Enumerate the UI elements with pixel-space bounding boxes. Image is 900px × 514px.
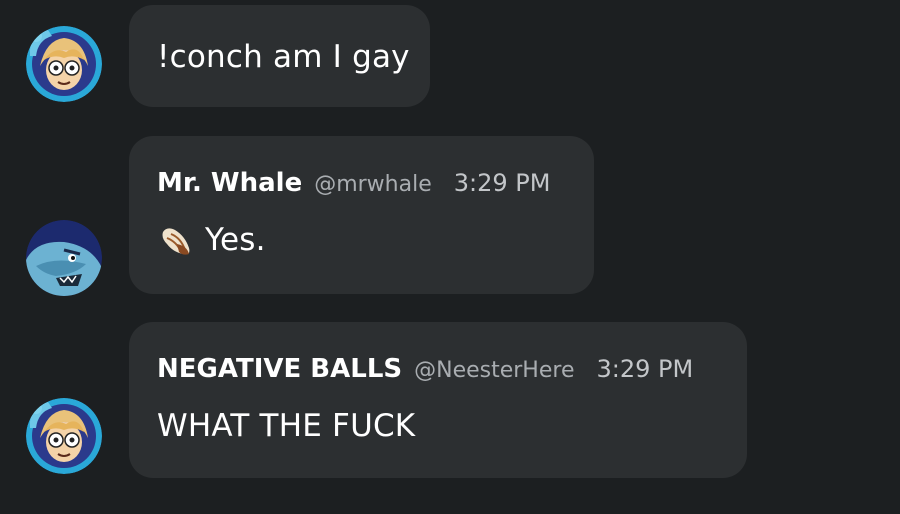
author-name[interactable]: NEGATIVE BALLS (157, 354, 402, 384)
message-text: WHAT THE FUCK (157, 408, 416, 444)
message-timestamp: 3:29 PM (596, 355, 694, 383)
author-name[interactable]: Mr. Whale (157, 168, 302, 198)
message-text-line: Yes. (157, 222, 266, 260)
message-header: Mr. Whale @mrwhale 3:29 PM (157, 168, 550, 198)
author-handle: @NeesterHere (414, 358, 575, 383)
message-header: NEGATIVE BALLS @NeesterHere 3:29 PM (157, 354, 693, 384)
message-bubble[interactable]: NEGATIVE BALLS @NeesterHere 3:29 PM WHAT… (129, 322, 747, 478)
message-text: Yes. (205, 222, 266, 258)
chat-log: !conch am I gay Mr. Whale @mrwhale 3:29 … (0, 0, 900, 514)
cartoon-boy-avatar-icon[interactable] (26, 26, 102, 102)
cartoon-boy-avatar-icon[interactable] (26, 398, 102, 474)
message-bubble[interactable]: Mr. Whale @mrwhale 3:29 PM Yes. (129, 136, 594, 294)
author-handle: @mrwhale (314, 172, 432, 197)
blue-whale-avatar-icon[interactable] (26, 220, 102, 296)
message-row: !conch am I gay (0, 0, 900, 120)
message-text: !conch am I gay (157, 39, 410, 75)
message-row: NEGATIVE BALLS @NeesterHere 3:29 PM WHAT… (0, 316, 900, 486)
message-row: Mr. Whale @mrwhale 3:29 PM Yes. (0, 130, 900, 300)
message-bubble[interactable]: !conch am I gay (129, 5, 430, 107)
message-timestamp: 3:29 PM (453, 169, 551, 197)
conch-shell-icon (157, 224, 193, 260)
